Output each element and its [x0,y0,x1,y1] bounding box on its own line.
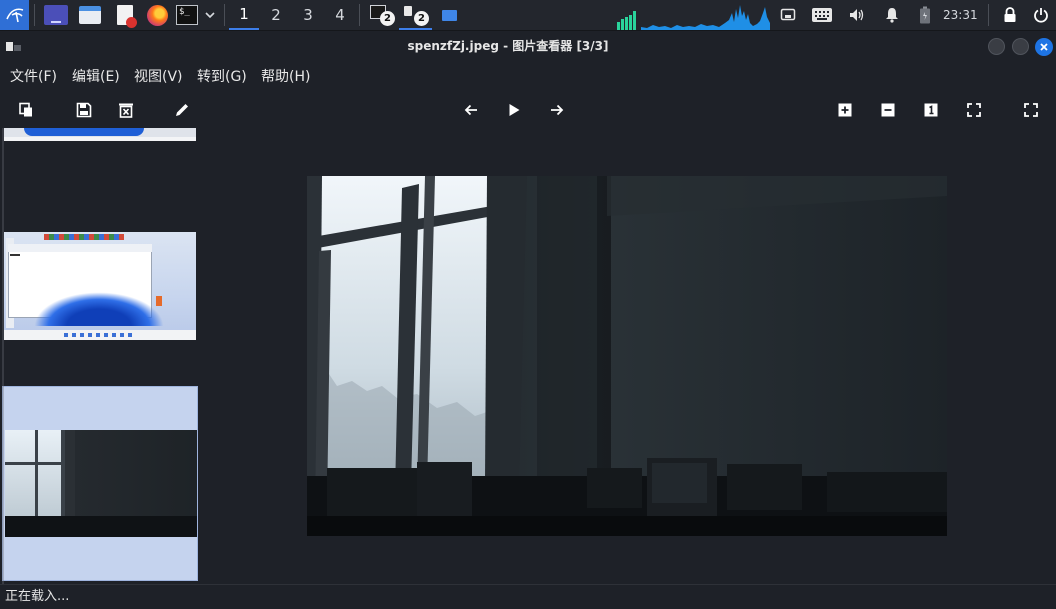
cpu-usage-graph [615,3,770,30]
displayed-image [307,176,947,536]
firefox-icon[interactable] [144,0,170,30]
taskbar: $_ 1 2 3 4 2 2 23:31 [0,0,1056,31]
volume-icon[interactable] [845,0,869,30]
status-text: 正在载入... [5,589,70,604]
window-title: spenzfZj.jpeg - 图片查看器 [3/3] [407,39,609,53]
chevron-down-icon[interactable] [201,0,219,30]
thumbnail-3-image [5,430,197,537]
separator [34,4,35,26]
status-bar: 正在载入... [0,584,1056,608]
folder-window-icon [441,9,457,21]
clock[interactable]: 23:31 [943,0,978,30]
image-viewer-window-button[interactable]: 2 [399,0,432,30]
menu-goto[interactable]: 转到(G) [197,62,247,92]
actual-size-icon [924,103,938,117]
separator [224,4,225,26]
thumbnail-3-selected[interactable] [2,386,198,581]
workspace-4[interactable]: 4 [325,0,355,30]
delete-button[interactable] [116,100,136,120]
copy-button[interactable] [16,100,36,120]
folder-window-button[interactable] [436,0,462,30]
workspace-3[interactable]: 3 [293,0,323,30]
battery-icon[interactable] [915,0,935,30]
next-button[interactable] [547,100,567,120]
file-manager-icon[interactable] [77,0,103,30]
window-count-badge: 2 [414,11,429,26]
keyboard-icon[interactable] [809,0,835,30]
menu-view[interactable]: 视图(V) [134,62,183,92]
separator [359,4,360,26]
copy-icon [19,102,32,117]
menu-help[interactable]: 帮助(H) [261,62,310,92]
thumbnail-sidebar[interactable] [0,128,199,584]
kali-menu-icon[interactable] [0,0,29,30]
workspace-1[interactable]: 1 [229,0,259,30]
edit-button[interactable] [172,100,192,120]
notification-bell-icon[interactable] [880,0,904,30]
menu-bar: 文件(F) 编辑(E) 视图(V) 转到(G) 帮助(H) [0,62,1056,92]
zoom-out-button[interactable] [878,100,898,120]
terminal-window-button[interactable]: 2 [366,0,398,30]
toolbar [0,92,1056,128]
previous-button[interactable] [461,100,481,120]
fit-window-button[interactable] [964,100,984,120]
zoom-in-icon [838,103,852,117]
network-icon[interactable] [776,0,800,30]
minimize-button[interactable] [988,38,1005,55]
forward-arrow-icon [551,104,564,116]
text-editor-icon[interactable] [112,0,138,30]
sidebar-scrollbar[interactable] [2,128,4,584]
zoom-out-icon [881,103,895,117]
save-button[interactable] [74,100,94,120]
maximize-button[interactable] [1012,38,1029,55]
fullscreen-button[interactable] [1021,100,1041,120]
slideshow-button[interactable] [504,100,524,120]
image-viewer-area[interactable] [199,128,1056,584]
close-icon [1040,43,1048,51]
actual-size-button[interactable] [921,100,941,120]
lock-icon[interactable] [999,0,1021,30]
save-icon [76,102,92,118]
play-icon [509,104,520,116]
window-titlebar[interactable]: spenzfZj.jpeg - 图片查看器 [3/3] [0,31,1056,62]
terminal-icon[interactable]: $_ [174,0,200,30]
thumbnail-1[interactable] [4,128,196,141]
fit-window-icon [967,103,981,117]
close-button[interactable] [1035,38,1053,56]
edit-pencil-icon [176,104,188,116]
workspace-2[interactable]: 2 [261,0,291,30]
back-arrow-icon [464,104,477,116]
workspace-show-desktop-icon[interactable] [42,0,70,30]
thumbnail-2[interactable] [4,232,196,340]
image-viewer-window-icon [403,6,412,16]
window-count-badge: 2 [380,11,395,26]
fullscreen-icon [1024,103,1038,117]
power-icon[interactable] [1030,0,1052,30]
delete-icon [119,103,133,118]
zoom-in-button[interactable] [835,100,855,120]
menu-edit[interactable]: 编辑(E) [72,62,120,92]
separator [988,4,989,26]
menu-file[interactable]: 文件(F) [10,62,57,92]
